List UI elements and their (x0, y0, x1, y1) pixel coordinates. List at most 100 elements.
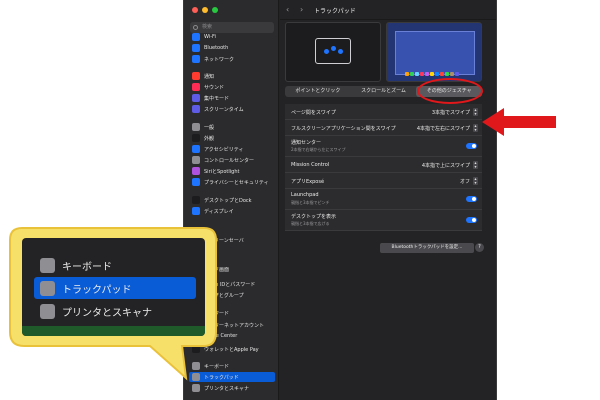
dock-icon (192, 196, 200, 204)
sidebar-item-label: Bluetooth (204, 45, 229, 51)
printer-icon (40, 303, 55, 319)
sidebar-item-label: ウォレットとApple Pay (204, 346, 259, 353)
sidebar-item-wallet[interactable]: ウォレットとApple Pay (189, 344, 275, 354)
zoom-item-printer[interactable]: プリンタとスキャナ (34, 300, 196, 322)
sidebar-item-label: Game Center (204, 333, 238, 339)
sidebar-item-trackpad[interactable]: トラックパッド (189, 372, 275, 382)
sidebar-item-label: スクリーンタイム (204, 106, 244, 113)
sidebar-item-focus[interactable]: 集中モード (189, 93, 275, 103)
bluetooth-trackpad-button[interactable]: Bluetoothトラックパッドを設定... (380, 243, 474, 253)
setting-row-launchpad: Launchpad 親指と3本指でピンチ (285, 189, 482, 210)
sidebar-item-appearance[interactable]: 外観 (189, 133, 275, 143)
wifi-icon (192, 33, 200, 41)
siri-icon (192, 167, 200, 175)
show-desktop-toggle[interactable] (466, 217, 477, 223)
setting-row-swipe-fullscreen[interactable]: フルスクリーンアプリケーション間をスワイプ 4本指で左右にスワイプ ▴ ▾ (285, 120, 482, 136)
help-button[interactable]: ? (475, 243, 484, 252)
sidebar-item-label: キーボード (204, 363, 230, 370)
sidebar-item-label: デスクトップとDock (204, 197, 252, 204)
sidebar-item-privacy[interactable]: プライバシーとセキュリティ (189, 177, 275, 187)
privacy-icon (192, 178, 200, 186)
back-button[interactable]: ‹ (286, 5, 289, 14)
forward-button[interactable]: › (300, 5, 303, 14)
sidebar-item-label: ディスプレイ (204, 208, 234, 215)
network-icon (192, 55, 200, 63)
sidebar-item-label: コントロールセンター (204, 157, 255, 164)
sidebar-item-keyboard[interactable]: キーボード (189, 361, 275, 371)
tab-point-click[interactable]: ポイントとクリック (285, 86, 351, 97)
sidebar-item-accessibility[interactable]: アクセシビリティ (189, 144, 275, 154)
page-title: トラックパッド (314, 8, 356, 15)
setting-row-app-expose[interactable]: アプリExposé オフ ▴ ▾ (285, 173, 482, 189)
sidebar-item-notification[interactable]: 通知 (189, 71, 275, 81)
launchpad-toggle[interactable] (466, 196, 477, 202)
sidebar-item-dock[interactable]: デスクトップとDock (189, 195, 275, 205)
sidebar-item-label: サウンド (204, 84, 225, 91)
sidebar-item-label: 外観 (204, 135, 215, 142)
zoom-button[interactable] (212, 7, 218, 13)
notification-center-toggle[interactable] (466, 143, 477, 149)
setting-row-notification-center: 通知センター 2本指で右端から左にスワイプ (285, 136, 482, 157)
notification-icon (192, 72, 200, 80)
search-placeholder: 検索 (202, 24, 213, 30)
gesture-preview-right (386, 22, 482, 82)
setting-row-show-desktop: デスクトップを表示 親指と3本指で広げる (285, 210, 482, 231)
sidebar-item-label: スクリーンセーバ (204, 237, 244, 244)
sidebar-item-label: プライバシーとセキュリティ (204, 179, 269, 186)
setting-row-swipe-pages[interactable]: ページ間をスワイプ 3本指でスワイプ ▴ ▾ (285, 104, 482, 120)
finger-dot (324, 49, 329, 54)
setting-row-mission-control[interactable]: Mission Control 4本指で上にスワイプ ▴ ▾ (285, 157, 482, 173)
sidebar-item-printer[interactable]: プリンタとスキャナ (189, 383, 275, 393)
sidebar-item-label: ネットワーク (204, 56, 235, 63)
sidebar-item-siri[interactable]: SiriとSpotlight (189, 166, 275, 176)
popup-stepper-icon[interactable]: ▴ ▾ (473, 161, 478, 169)
sidebar-item-network[interactable]: ネットワーク (189, 54, 275, 64)
toolbar: ‹ › トラックパッド (280, 0, 496, 20)
printer-icon (192, 384, 200, 392)
settings-window: 検索 Wi-Fi Bluetooth ネットワーク通知サウンド集中モードスクリーンタ… (183, 0, 497, 400)
sidebar-item-label: アクセシビリティ (204, 146, 244, 153)
desktop-illustration (395, 31, 475, 75)
sidebar-item-control-center[interactable]: コントロールセンター (189, 155, 275, 165)
sidebar-item-wifi[interactable]: Wi-Fi (189, 32, 275, 42)
control-center-icon (192, 156, 200, 164)
keyboard-icon (192, 362, 200, 370)
settings-list: ページ間をスワイプ 3本指でスワイプ ▴ ▾ フルスクリーンアプリケーション間をス… (285, 104, 482, 231)
sidebar-item-label: プリンタとスキャナ (204, 385, 250, 392)
trackpad-icon (40, 280, 55, 296)
sidebar-item-label: ユーザとグループ (204, 292, 244, 299)
window-controls (192, 7, 218, 13)
sidebar-item-sound[interactable]: サウンド (189, 82, 275, 92)
red-arrow-icon (482, 108, 556, 136)
close-button[interactable] (192, 7, 198, 13)
appearance-icon (192, 134, 200, 142)
sidebar-item-label: Touch IDとパスワード (204, 281, 256, 288)
popup-stepper-icon[interactable]: ▴ ▾ (473, 124, 478, 132)
zoom-item-trackpad[interactable]: トラックパッド (34, 277, 196, 299)
trackpad-icon (192, 373, 200, 381)
minimize-button[interactable] (202, 7, 208, 13)
keyboard-icon (40, 257, 55, 273)
zoom-item-keyboard[interactable]: キーボード (34, 254, 196, 276)
focus-icon (192, 94, 200, 102)
display-icon (192, 207, 200, 215)
sidebar-item-screentime[interactable]: スクリーンタイム (189, 104, 275, 114)
sidebar-item-label: トラックパッド (204, 374, 239, 381)
sidebar-item-label: インターネットアカウント (204, 322, 265, 329)
finger-dot (331, 46, 336, 51)
sidebar-item-label: 一般 (204, 124, 215, 131)
popup-stepper-icon[interactable]: ▴ ▾ (473, 177, 478, 185)
tab-scroll-zoom[interactable]: スクロールとズーム (351, 86, 417, 97)
wallet-icon (192, 345, 200, 353)
sidebar-item-label: ロック画面 (204, 266, 230, 273)
sidebar-item-bluetooth[interactable]: Bluetooth (189, 43, 275, 53)
popup-stepper-icon[interactable]: ▴ ▾ (473, 108, 478, 116)
zoom-bottom-strip (22, 326, 205, 336)
sidebar-item-label: SiriとSpotlight (204, 168, 240, 175)
search-icon (193, 25, 198, 30)
highlight-oval (417, 78, 483, 104)
sidebar-item-display[interactable]: ディスプレイ (189, 206, 275, 216)
sidebar: 検索 Wi-Fi Bluetooth ネットワーク通知サウンド集中モードスクリーンタ… (184, 0, 279, 400)
sidebar-item-gear[interactable]: 一般 (189, 122, 275, 132)
trackpad-illustration (315, 38, 351, 64)
